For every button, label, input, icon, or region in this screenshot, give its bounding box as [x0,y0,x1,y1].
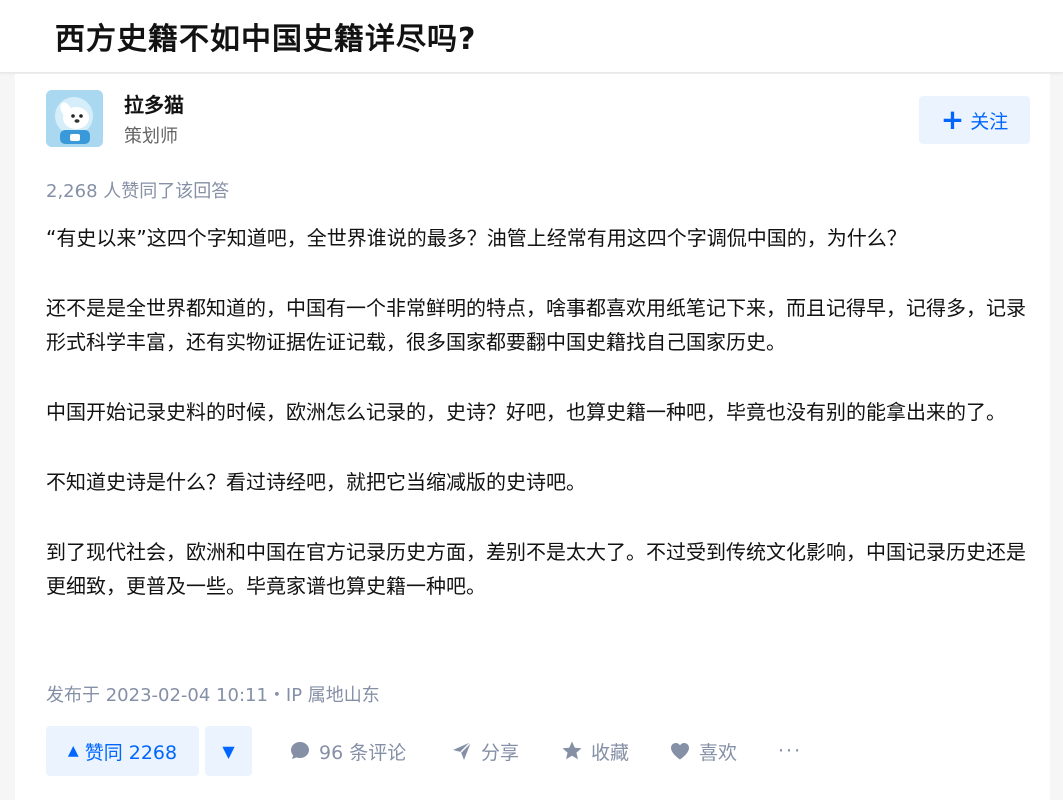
answer-paragraph: 不知道史诗是什么？看过诗经吧，就把它当缩减版的史诗吧。 [46,470,586,494]
heart-icon [671,743,689,760]
triangle-down-icon: ▼ [222,741,235,761]
cartoon-dog-avatar-icon [46,90,103,147]
more-icon: ··· [778,740,803,762]
like-button[interactable]: 喜欢 [669,726,737,776]
comments-button[interactable]: 96 条评论 [289,726,406,776]
answer-paragraph: 中国开始记录史料的时候，欧洲怎么记录的，史诗？好吧，也算史籍一种吧，毕竟也没有别… [46,400,1006,424]
paper-plane-icon [453,741,472,760]
comments-label: 96 条评论 [319,741,407,764]
like-label: 喜欢 [699,741,738,764]
vote-summary: 2,268 人赞同了该回答 [46,181,230,202]
answer-card: 拉多猫 策划师 + 关注 2,268 人赞同了该回答 “有史以来”这四个字知道吧… [15,74,1050,800]
follow-button[interactable]: + 关注 [919,96,1030,144]
collect-button[interactable]: 收藏 [561,726,629,776]
plus-icon: + [940,103,965,136]
upvote-button[interactable]: ▲ 赞同 2268 [46,726,199,776]
action-bar: ▲ 赞同 2268 ▼ 96 条评论 分享 收藏 喜欢 ··· [46,726,1036,776]
follow-button-label: 关注 [970,110,1009,133]
question-header: 西方史籍不如中国史籍详尽吗? [0,0,1063,73]
answer-paragraph: 还不是是全世界都知道的，中国有一个非常鲜明的特点，啥事都喜欢用纸笔记下来，而且记… [46,296,1026,354]
answer-paragraph: 到了现代社会，欧洲和中国在官方记录历史方面，差别不是太大了。不过受到传统文化影响… [46,540,1026,598]
collect-label: 收藏 [591,741,630,764]
author-avatar[interactable] [46,90,103,147]
comment-bubble-icon [291,742,309,759]
downvote-button[interactable]: ▼ [205,726,252,776]
star-icon [562,741,582,760]
answer-meta: 发布于 2023-02-04 10:11・IP 属地山东 [46,685,380,706]
triangle-up-icon: ▲ [67,743,79,759]
upvote-label: 赞同 2268 [84,741,178,764]
author-title: 策划师 [124,126,178,147]
more-button[interactable]: ··· [778,726,802,776]
share-button[interactable]: 分享 [451,726,519,776]
author-name[interactable]: 拉多猫 [124,89,184,118]
share-label: 分享 [481,741,520,764]
answer-content: “有史以来”这四个字知道吧，全世界谁说的最多？油管上经常有用这四个字调侃中国的，… [46,221,1036,639]
question-title[interactable]: 西方史籍不如中国史籍详尽吗? [55,14,476,58]
answer-paragraph: “有史以来”这四个字知道吧，全世界谁说的最多？油管上经常有用这四个字调侃中国的，… [46,226,907,250]
